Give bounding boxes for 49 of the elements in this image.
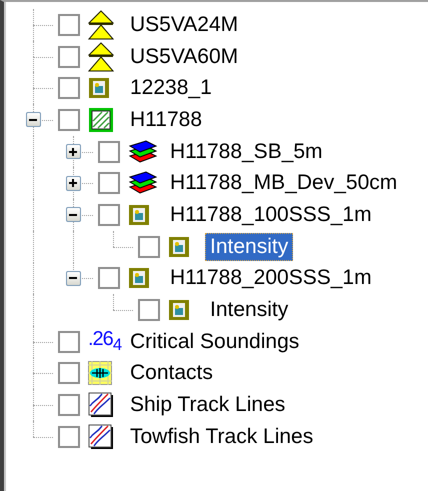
layer-label[interactable]: H11788_200SSS_1m [165,264,377,292]
plus-icon [68,146,78,157]
layer-label[interactable]: Intensity [205,232,294,261]
checkbox[interactable] [58,46,80,68]
layer-label[interactable]: US5VA24M [125,10,244,39]
image-icon [168,236,190,258]
layers-icon [128,170,158,196]
expander-button[interactable] [66,207,80,222]
layer-label[interactable]: Ship Track Lines [125,391,290,420]
layer-label[interactable]: H11788 [125,106,208,134]
layer-label[interactable]: 12238_1 [125,74,217,102]
checkbox[interactable] [58,394,80,416]
hatched-square-icon [88,106,114,133]
layers-icon [128,138,158,165]
layer-label[interactable]: H11788_100SSS_1m [165,200,377,229]
sounding-value: .26$_{4}$ [88,328,122,356]
expander-button[interactable] [66,144,80,160]
checkbox[interactable] [58,108,80,131]
layer-label[interactable]: Towfish Track Lines [125,422,318,451]
contacts-icon [88,361,112,386]
checkbox[interactable] [98,140,120,163]
image-icon [128,267,150,290]
layer-label[interactable]: H11788_SB_5m [165,138,328,166]
checkbox[interactable] [58,426,80,448]
image-icon [168,299,190,322]
image-icon [88,77,110,100]
checkbox[interactable] [138,299,160,322]
checkbox[interactable] [138,236,160,258]
layer-label[interactable]: Contacts [125,359,218,388]
layer-label[interactable]: H11788_MB_Dev_50cm [165,169,402,198]
expander-button[interactable] [66,176,80,191]
expander-button[interactable] [26,112,40,128]
checkbox[interactable] [58,77,80,100]
checkbox[interactable] [58,14,80,36]
checkbox[interactable] [98,267,120,290]
layer-label[interactable]: Critical Soundings [125,328,304,356]
checkbox[interactable] [98,172,120,194]
expander-button[interactable] [66,270,80,286]
checkbox[interactable] [98,204,120,226]
track-lines-icon [88,392,114,418]
triangles-icon [88,42,114,72]
plus-icon [68,178,78,188]
image-icon [128,204,150,226]
layer-label[interactable]: Intensity [205,296,294,324]
checkbox[interactable] [58,330,80,353]
layer-label[interactable]: US5VA60M [125,42,244,71]
triangles-icon [88,10,114,40]
track-lines-icon [88,424,114,450]
checkbox[interactable] [58,362,80,384]
